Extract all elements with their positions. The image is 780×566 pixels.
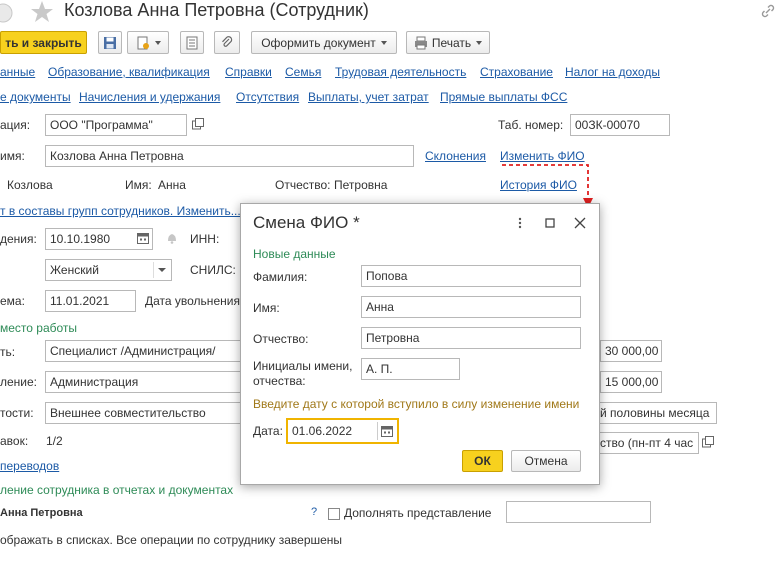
surname-value: Козлова bbox=[7, 178, 53, 192]
nav-work-history[interactable]: Трудовая деятельность bbox=[335, 65, 466, 79]
employment-kind-label: тости: bbox=[0, 406, 34, 420]
back-icon[interactable] bbox=[0, 2, 14, 24]
nav-fss-payments[interactable]: Прямые выплаты ФСС bbox=[440, 90, 567, 104]
open-organization-icon[interactable] bbox=[191, 117, 207, 133]
calendar-icon[interactable] bbox=[136, 231, 152, 247]
new-surname-field[interactable]: Попова bbox=[361, 265, 581, 287]
declension-link[interactable]: Склонения bbox=[425, 149, 486, 163]
nav-payments[interactable]: Выплаты, учет затрат bbox=[308, 90, 429, 104]
effective-date-hint: Введите дату с которой вступило в силу и… bbox=[253, 397, 580, 411]
new-data-section: Новые данные bbox=[253, 247, 336, 261]
paperclip-icon bbox=[222, 35, 233, 47]
nav-absences[interactable]: Отсутствия bbox=[236, 90, 299, 104]
tab-number-label: Таб. номер: bbox=[498, 118, 564, 132]
tab-number-field[interactable]: 00ЗК-00070 bbox=[570, 114, 670, 136]
organization-field[interactable]: ООО "Программа" bbox=[45, 114, 187, 136]
create-document-button[interactable]: Оформить документ bbox=[251, 31, 397, 54]
date-calendar-icon[interactable] bbox=[380, 424, 394, 438]
nav-family[interactable]: Семья bbox=[285, 65, 321, 79]
save-close-button[interactable]: ть и закрыть bbox=[0, 31, 87, 54]
date-label: Дата: bbox=[253, 424, 283, 438]
change-fio-dialog: Смена ФИО * Новые данные Фамилия: Попова… bbox=[240, 203, 600, 485]
open-schedule-icon[interactable] bbox=[701, 435, 717, 451]
gender-dropdown-icon[interactable] bbox=[153, 262, 169, 278]
help-icon[interactable]: ? bbox=[311, 506, 317, 518]
extend-representation-checkbox[interactable] bbox=[328, 508, 340, 520]
position-label: ть: bbox=[0, 345, 16, 359]
list-document-icon bbox=[186, 36, 198, 49]
close-icon[interactable] bbox=[573, 216, 587, 230]
print-label: Печать bbox=[431, 35, 472, 50]
footer-note: ображать в списках. Все операции по сотр… bbox=[0, 533, 343, 547]
department-label: ление: bbox=[0, 375, 38, 389]
nav-certificates[interactable]: Справки bbox=[225, 65, 272, 79]
nav-income-tax[interactable]: Налог на доходы bbox=[565, 65, 660, 79]
rates-label: авок: bbox=[0, 434, 29, 448]
floppy-disk-icon bbox=[104, 36, 116, 49]
document-create-icon bbox=[137, 36, 149, 49]
full-name-label: имя: bbox=[0, 149, 25, 163]
initials-label-line1: Инициалы имени, bbox=[253, 359, 353, 373]
date-field-divider bbox=[377, 422, 378, 440]
print-button[interactable]: Печать bbox=[406, 31, 490, 54]
initials-field[interactable]: А. П. bbox=[361, 358, 460, 380]
full-name-field[interactable]: Козлова Анна Петровна bbox=[45, 145, 414, 167]
create-based-on-button[interactable] bbox=[127, 31, 169, 54]
snils-label: СНИЛС: bbox=[190, 263, 236, 277]
first-name-value: Анна bbox=[158, 178, 186, 192]
new-surname-label: Фамилия: bbox=[253, 270, 308, 284]
attach-button[interactable] bbox=[214, 31, 240, 54]
more-actions-icon[interactable] bbox=[513, 216, 527, 230]
cancel-button[interactable]: Отмена bbox=[511, 450, 581, 472]
advance-field[interactable]: й половины месяца bbox=[595, 402, 717, 424]
favorite-star-icon[interactable] bbox=[30, 0, 54, 24]
birth-date-label: дения: bbox=[0, 232, 37, 246]
cancel-label: Отмена bbox=[524, 454, 568, 468]
rates-value: 1/2 bbox=[46, 434, 63, 448]
new-patronymic-label: Отчество: bbox=[253, 332, 309, 346]
employment-kind-field[interactable]: Внешнее совместительство bbox=[45, 402, 245, 424]
dialog-title: Смена ФИО * bbox=[253, 213, 360, 232]
salary-field-2[interactable]: 15 000,00 bbox=[600, 371, 662, 393]
transfers-link[interactable]: переводов bbox=[0, 459, 59, 473]
window-title: Козлова Анна Петровна (Сотрудник) bbox=[64, 0, 369, 20]
list-button[interactable] bbox=[180, 31, 204, 54]
salary-field-1[interactable]: 30 000,00 bbox=[600, 340, 662, 362]
hire-date-label: ема: bbox=[0, 294, 25, 308]
save-button[interactable] bbox=[98, 31, 122, 54]
new-first-name-label: Имя: bbox=[253, 301, 280, 315]
representation-section-header: ление сотрудника в отчетах и документах bbox=[0, 483, 234, 497]
new-first-name-field[interactable]: Анна bbox=[361, 296, 581, 318]
patronymic-value: Петровна bbox=[334, 178, 388, 192]
new-patronymic-field[interactable]: Петровна bbox=[361, 327, 581, 349]
ok-label: ОК bbox=[474, 454, 491, 468]
hire-date-field[interactable]: 11.01.2021 bbox=[45, 290, 136, 312]
link-icon[interactable] bbox=[760, 3, 776, 19]
representation-name: Анна Петровна bbox=[0, 507, 83, 519]
printer-icon bbox=[414, 36, 427, 49]
groups-link[interactable]: т в составы групп сотрудников. Изменить.… bbox=[0, 204, 241, 218]
nav-insurance[interactable]: Страхование bbox=[480, 65, 553, 79]
dismissal-date-label: Дата увольнения bbox=[145, 294, 240, 308]
maximize-icon[interactable] bbox=[543, 216, 557, 230]
position-field[interactable]: Специалист /Администрация/ bbox=[45, 340, 245, 362]
extend-representation-label: Дополнять представление bbox=[344, 506, 492, 520]
nav-main-data[interactable]: анные bbox=[0, 65, 35, 79]
nav-accruals[interactable]: Начисления и удержания bbox=[79, 90, 220, 104]
nav-education[interactable]: Образование, квалификация bbox=[48, 65, 210, 79]
initials-label-line2: отчества: bbox=[253, 374, 306, 388]
create-document-label: Оформить документ bbox=[261, 35, 376, 50]
save-close-label: ть и закрыть bbox=[5, 35, 82, 50]
schedule-field[interactable]: ство (пн-пт 4 час bbox=[595, 432, 699, 454]
first-name-label: Имя: bbox=[125, 178, 152, 192]
workplace-section-header: место работы bbox=[0, 321, 78, 335]
nav-documents[interactable]: е документы bbox=[0, 90, 71, 104]
organization-label: ация: bbox=[0, 118, 31, 132]
bell-icon bbox=[165, 231, 181, 247]
ok-button[interactable]: ОК bbox=[462, 450, 503, 472]
inn-label: ИНН: bbox=[190, 232, 220, 246]
patronymic-label: Отчество: bbox=[275, 178, 331, 192]
department-field[interactable]: Администрация bbox=[45, 371, 245, 393]
representation-extra-field[interactable] bbox=[506, 501, 651, 523]
